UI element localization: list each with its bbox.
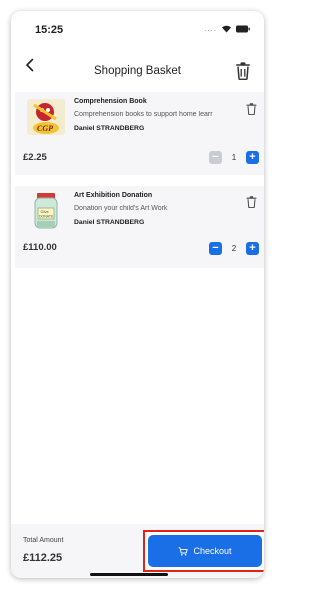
- donation-jar-thumbnail: Give DONATE: [34, 193, 58, 229]
- checkout-label: Checkout: [193, 546, 232, 556]
- quantity-value: 2: [231, 244, 237, 253]
- basket-item: CGP Comprehension Book Comprehension boo…: [15, 92, 264, 175]
- total-label: Total Amount: [23, 537, 64, 544]
- quantity-value: 1: [231, 153, 237, 162]
- quantity-stepper: − 1 +: [209, 151, 259, 164]
- svg-text:Give: Give: [41, 209, 50, 214]
- item-price: £2.25: [23, 152, 47, 163]
- basket-item: Give DONATE Art Exhibition Donation Dona…: [15, 186, 264, 268]
- item-price: £110.00: [23, 242, 57, 253]
- home-indicator: [90, 573, 168, 576]
- status-icons: ....: [204, 24, 250, 33]
- trash-icon[interactable]: [235, 62, 251, 80]
- item-seller: Daniel STRANDBERG: [74, 125, 145, 132]
- decrement-button[interactable]: −: [209, 151, 222, 164]
- navigation-bar: Shopping Basket: [11, 47, 264, 81]
- checkout-button[interactable]: Checkout: [148, 535, 262, 567]
- svg-text:DONATE: DONATE: [39, 215, 54, 219]
- item-seller: Daniel STRANDBERG: [74, 219, 145, 226]
- item-description: Donation your child's Art Work: [74, 205, 168, 212]
- trash-icon[interactable]: [246, 103, 257, 115]
- item-description: Comprehension books to support home lear…: [74, 111, 213, 118]
- cart-icon: [178, 546, 189, 556]
- increment-button[interactable]: +: [246, 242, 259, 255]
- decrement-button[interactable]: −: [209, 242, 222, 255]
- quantity-stepper: − 2 +: [209, 242, 259, 255]
- phone-screen: 15:25 .... Shopping Basket CGP Comprehen…: [11, 11, 264, 578]
- checkout-highlight: Checkout: [143, 530, 264, 572]
- svg-text:CGP: CGP: [37, 124, 53, 133]
- status-time: 15:25: [35, 24, 64, 36]
- trash-icon[interactable]: [246, 196, 257, 208]
- total-value: £112.25: [23, 552, 63, 564]
- status-bar: 15:25 ....: [11, 11, 264, 45]
- wifi-icon: [222, 25, 231, 33]
- battery-icon: [236, 25, 250, 32]
- page-title: Shopping Basket: [94, 65, 181, 77]
- item-title: Comprehension Book: [74, 98, 147, 105]
- checkout-footer: Total Amount £112.25 Checkout: [11, 524, 264, 578]
- item-title: Art Exhibition Donation: [74, 192, 153, 199]
- signal-dots: ....: [204, 24, 217, 33]
- book-thumbnail: CGP: [27, 99, 65, 135]
- increment-button[interactable]: +: [246, 151, 259, 164]
